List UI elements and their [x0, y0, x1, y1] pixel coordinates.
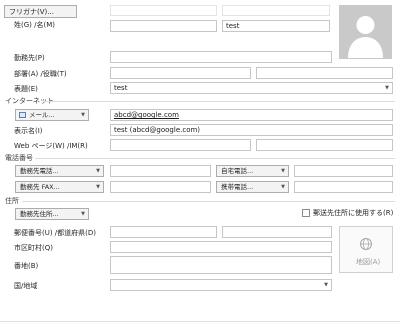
dropdown-caret-icon: ▼ — [81, 112, 85, 118]
mailing-address-checkbox[interactable] — [302, 209, 310, 217]
email-button-label: メール... — [29, 111, 55, 119]
email-value: abcd@google.com — [114, 111, 179, 119]
display-name-value: test (abcd@google.com) — [114, 126, 201, 134]
furigana-button[interactable]: フリガナ(V)... — [4, 5, 77, 18]
first-name-value: test — [226, 22, 240, 30]
globe-map-icon — [360, 238, 372, 250]
webpage-label: Web ページ(W) /IM(R) — [14, 142, 88, 150]
contact-photo-icon — [340, 6, 391, 58]
map-button-label: 地図(A) — [356, 258, 381, 266]
business-fax-input[interactable] — [110, 181, 211, 193]
postal-code-input[interactable] — [110, 226, 217, 238]
dropdown-caret-icon: ▼ — [385, 85, 389, 91]
address-divider — [22, 201, 395, 202]
dropdown-caret-icon: ▼ — [96, 184, 100, 190]
mobile-phone-button[interactable]: 携帯電話... ▼ — [216, 181, 289, 193]
contact-photo[interactable] — [339, 5, 392, 59]
dropdown-caret-icon: ▼ — [281, 184, 285, 190]
last-name-input[interactable] — [110, 20, 217, 32]
business-fax-button[interactable]: 勤務先 FAX... ▼ — [15, 181, 104, 193]
email-input[interactable]: abcd@google.com — [110, 109, 393, 121]
company-input[interactable] — [110, 51, 332, 63]
display-name-label: 表示名(I) — [14, 127, 43, 135]
furigana-last-field[interactable] — [110, 5, 217, 16]
webpage-input[interactable] — [110, 139, 251, 151]
name-label: 姓(G) /名(M) — [14, 21, 55, 29]
first-name-input[interactable]: test — [222, 20, 330, 32]
dropdown-caret-icon: ▼ — [96, 168, 100, 174]
business-phone-button[interactable]: 勤務先電話... ▼ — [15, 165, 104, 177]
furigana-first-field[interactable] — [222, 5, 330, 16]
im-address-input[interactable] — [256, 139, 393, 151]
department-input[interactable] — [110, 67, 251, 79]
street-input[interactable] — [110, 256, 332, 274]
home-phone-button[interactable]: 自宅電話... ▼ — [216, 165, 289, 177]
internet-divider — [44, 101, 395, 102]
postal-label: 郵便番号(U) /都道府県(D) — [14, 229, 97, 237]
business-phone-label: 勤務先電話... — [20, 167, 59, 175]
mobile-phone-label: 携帯電話... — [221, 183, 254, 191]
department-label: 部署(A) /役職(T) — [14, 70, 67, 78]
phone-section-title: 電話番号 — [5, 154, 33, 162]
dropdown-caret-icon: ▼ — [281, 168, 285, 174]
prefecture-input[interactable] — [222, 226, 332, 238]
home-phone-label: 自宅電話... — [221, 167, 254, 175]
address-type-button[interactable]: 勤務先住所... ▼ — [15, 208, 89, 220]
business-phone-input[interactable] — [110, 165, 211, 177]
display-as-select[interactable]: test ▼ — [110, 82, 393, 94]
email-icon — [19, 112, 26, 118]
mailing-address-label: 郵送先住所に使用する(R) — [313, 209, 394, 217]
city-label: 市区町村(Q) — [14, 244, 53, 252]
display-as-label: 表題(E) — [14, 85, 38, 93]
job-title-input[interactable] — [256, 67, 393, 79]
home-phone-input[interactable] — [294, 165, 393, 177]
phone-divider — [35, 158, 395, 159]
dropdown-caret-icon: ▼ — [81, 211, 85, 217]
country-select[interactable]: ▼ — [110, 279, 332, 291]
business-fax-label: 勤務先 FAX... — [20, 183, 60, 191]
street-label: 番地(B) — [14, 262, 39, 270]
city-input[interactable] — [110, 241, 332, 253]
country-label: 国/地域 — [14, 282, 38, 290]
address-section-title: 住所 — [5, 197, 19, 205]
mobile-phone-input[interactable] — [294, 181, 393, 193]
company-label: 勤務先(P) — [14, 54, 45, 62]
display-as-value: test — [114, 84, 128, 92]
display-name-input[interactable]: test (abcd@google.com) — [110, 124, 393, 136]
dropdown-caret-icon: ▼ — [324, 282, 328, 288]
address-type-label: 勤務先住所... — [20, 210, 59, 218]
bottom-divider — [0, 321, 400, 322]
email-button[interactable]: メール... ▼ — [15, 109, 89, 121]
map-button[interactable]: 地図(A) — [339, 226, 393, 273]
furigana-button-label: フリガナ(V)... — [9, 8, 54, 16]
